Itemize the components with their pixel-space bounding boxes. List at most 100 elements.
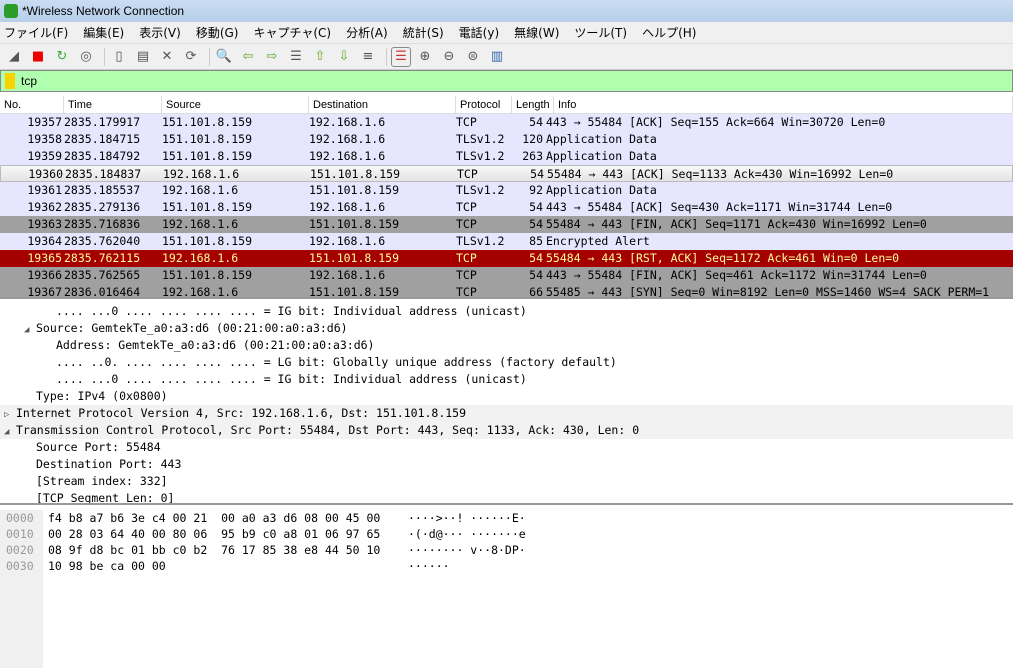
packet-no: 19365 <box>27 251 62 265</box>
colorize-icon[interactable]: ☰ <box>391 46 411 67</box>
menu-item[interactable]: 表示(V) <box>139 24 181 41</box>
hex-row[interactable]: 0030 10 98 be ca 00 00 ······ <box>0 558 1013 574</box>
menu-item[interactable]: ツール(T) <box>574 24 627 41</box>
open-file-icon[interactable]: ▯ <box>109 47 129 67</box>
stop-capture-icon[interactable]: ■ <box>28 47 48 67</box>
packet-row[interactable]: 19358 2835.184715 151.101.8.159 192.168.1.6… <box>0 131 1013 148</box>
hex-bytes[interactable]: 08 9f d8 bc 01 bb c0 b2 76 17 85 38 e8 4… <box>43 542 408 558</box>
detail-tree-item[interactable]: ▷ Internet Protocol Version 4, Src: 192.1… <box>0 405 1013 422</box>
go-forward-icon[interactable]: ⇨ <box>262 47 282 67</box>
detail-tree-item[interactable]: ◢ Transmission Control Protocol, Src Port… <box>0 422 1013 439</box>
hex-ascii[interactable]: ········ v··8·DP· <box>408 542 1013 558</box>
packet-no: 19364 <box>27 234 62 248</box>
first-packet-icon[interactable]: ⇧ <box>310 47 330 67</box>
hex-offset: 0000 <box>6 511 34 525</box>
menu-item[interactable]: 無線(W) <box>514 24 559 41</box>
resize-columns-icon[interactable]: ▥ <box>487 47 507 67</box>
detail-tree-item[interactable]: Type: IPv4 (0x0800) <box>0 388 1013 405</box>
detail-tree-item[interactable]: ◢ Source: GemtekTe_a0:a3:d6 (00:21:00:a0:… <box>0 320 1013 337</box>
packet-info: 55485 → 443 [SYN] Seq=0 Win=8192 Len=0 M… <box>546 285 990 299</box>
restart-capture-icon[interactable]: ↻ <box>52 47 72 67</box>
packet-no: 19361 <box>27 183 62 197</box>
detail-tree-item[interactable]: Source Port: 55484 <box>0 439 1013 456</box>
hex-row[interactable]: 0000 f4 b8 a7 b6 3e c4 00 21 00 a0 a3 d6 … <box>0 510 1013 526</box>
last-packet-icon[interactable]: ⇩ <box>334 47 354 67</box>
column-header[interactable]: Length <box>512 96 554 113</box>
hex-row[interactable]: 0020 08 9f d8 bc 01 bb c0 b2 76 17 85 38 … <box>0 542 1013 558</box>
packet-info: 55484 → 443 [RST, ACK] Seq=1172 Ack=461 … <box>546 251 900 265</box>
hex-ascii[interactable]: ·(·d@··· ·······e <box>408 526 1013 542</box>
packet-proto: TLSv1.2 <box>456 149 505 163</box>
display-filter-bar[interactable]: tcp <box>0 70 1013 92</box>
packet-row[interactable]: 19361 2835.185537 192.168.1.6 151.101.8.159… <box>0 182 1013 199</box>
packet-row[interactable]: 19363 2835.716836 192.168.1.6 151.101.8.159… <box>0 216 1013 233</box>
packet-row[interactable]: 19364 2835.762040 151.101.8.159 192.168.1.6… <box>0 233 1013 250</box>
close-file-icon[interactable]: ✕ <box>157 47 177 67</box>
packet-proto: TLSv1.2 <box>456 183 505 197</box>
packet-row[interactable]: 19365 2835.762115 192.168.1.6 151.101.8.159… <box>0 250 1013 267</box>
shark-fin-start-icon[interactable]: ◢ <box>4 47 24 67</box>
reload-file-icon[interactable]: ⟳ <box>181 47 201 67</box>
menu-item[interactable]: 編集(E) <box>83 24 124 41</box>
filter-bookmark-icon[interactable] <box>5 73 15 89</box>
packet-row[interactable]: 19362 2835.279136 151.101.8.159 192.168.1.6… <box>0 199 1013 216</box>
packet-row[interactable]: 19357 2835.179917 151.101.8.159 192.168.1.6… <box>0 114 1013 131</box>
hex-bytes[interactable]: f4 b8 a7 b6 3e c4 00 21 00 a0 a3 d6 08 0… <box>43 510 408 526</box>
packet-row[interactable]: 19360 2835.184837 192.168.1.6 151.101.8.159… <box>0 165 1013 182</box>
column-header[interactable]: Time <box>64 96 162 113</box>
hex-row[interactable]: 0010 00 28 03 64 40 00 80 06 95 b9 c0 a8 … <box>0 526 1013 542</box>
detail-tree-item[interactable]: Destination Port: 443 <box>0 456 1013 473</box>
display-filter-input[interactable]: tcp <box>21 74 37 88</box>
toolbar-separator <box>104 47 105 66</box>
menu-item[interactable]: 電話(y) <box>459 24 499 41</box>
find-packet-icon[interactable]: 🔍 <box>214 47 234 67</box>
zoom-in-icon[interactable]: ⊕ <box>415 47 435 67</box>
column-header[interactable]: Source <box>162 96 309 113</box>
packet-dst: 151.101.8.159 <box>309 183 400 197</box>
column-header[interactable]: No. <box>0 96 64 113</box>
menu-item[interactable]: ヘルプ(H) <box>642 24 696 41</box>
detail-text: Internet Protocol Version 4, Src: 192.16… <box>16 406 467 420</box>
packet-src: 151.101.8.159 <box>162 132 253 146</box>
detail-tree-item[interactable]: [Stream index: 332] <box>0 473 1013 490</box>
menu-item[interactable]: 移動(G) <box>196 24 239 41</box>
autoscroll-icon[interactable]: ≡ <box>358 47 378 67</box>
column-header[interactable]: Protocol <box>456 96 512 113</box>
detail-tree-item[interactable]: .... ...0 .... .... .... .... = IG bit: … <box>0 371 1013 388</box>
packet-details-pane[interactable]: .... ...0 .... .... .... .... = IG bit: … <box>0 303 1013 505</box>
packet-proto: TCP <box>456 115 477 129</box>
packet-list[interactable]: No. Time Source Destination Protocol Length In… <box>0 96 1013 299</box>
save-file-icon[interactable]: ▤ <box>133 47 153 67</box>
packet-row[interactable]: 19359 2835.184792 151.101.8.159 192.168.1.6… <box>0 148 1013 165</box>
capture-options-icon[interactable]: ◎ <box>76 47 96 67</box>
hex-bytes[interactable]: 00 28 03 64 40 00 80 06 95 b9 c0 a8 01 0… <box>43 526 408 542</box>
zoom-out-icon[interactable]: ⊖ <box>439 47 459 67</box>
hex-ascii[interactable]: ······ <box>408 558 1013 574</box>
column-header[interactable]: Destination <box>309 96 456 113</box>
menu-item[interactable]: 統計(S) <box>403 24 444 41</box>
detail-tree-item[interactable]: Address: GemtekTe_a0:a3:d6 (00:21:00:a0:… <box>0 337 1013 354</box>
go-back-icon[interactable]: ⇦ <box>238 47 258 67</box>
detail-tree-item[interactable]: [TCP Segment Len: 0] <box>0 490 1013 505</box>
detail-text: Address: GemtekTe_a0:a3:d6 (00:21:00:a0:… <box>56 338 375 352</box>
detail-tree-item[interactable]: .... ...0 .... .... .... .... = IG bit: … <box>0 303 1013 320</box>
zoom-reset-icon[interactable]: ⊜ <box>463 47 483 67</box>
detail-text: Type: IPv4 (0x0800) <box>36 389 168 403</box>
menu-item[interactable]: 分析(A) <box>346 24 388 41</box>
toolbar-separator <box>209 47 210 66</box>
packet-bytes-pane[interactable]: 0000 f4 b8 a7 b6 3e c4 00 21 00 a0 a3 d6 … <box>0 510 1013 668</box>
packet-row[interactable]: 19366 2835.762565 151.101.8.159 192.168.1.6… <box>0 267 1013 284</box>
packet-row[interactable]: 19367 2836.016464 192.168.1.6 151.101.8.159… <box>0 284 1013 299</box>
column-header[interactable]: Info <box>554 96 1013 113</box>
menu-item[interactable]: キャプチャ(C) <box>253 24 331 41</box>
expanded-arrow-icon[interactable]: ◢ <box>24 322 36 339</box>
hex-bytes[interactable]: 10 98 be ca 00 00 <box>43 558 408 574</box>
packet-no: 19367 <box>27 285 62 299</box>
menu-item[interactable]: ファイル(F) <box>4 24 68 41</box>
hex-ascii[interactable]: ····>··! ······E· <box>408 510 1013 526</box>
go-to-packet-icon[interactable]: ☰ <box>286 47 306 67</box>
expanded-arrow-icon[interactable]: ◢ <box>4 424 16 441</box>
detail-tree-item[interactable]: .... ..0. .... .... .... .... = LG bit: … <box>0 354 1013 371</box>
detail-text: [TCP Segment Len: 0] <box>36 491 175 505</box>
packet-len: 263 <box>522 149 543 163</box>
